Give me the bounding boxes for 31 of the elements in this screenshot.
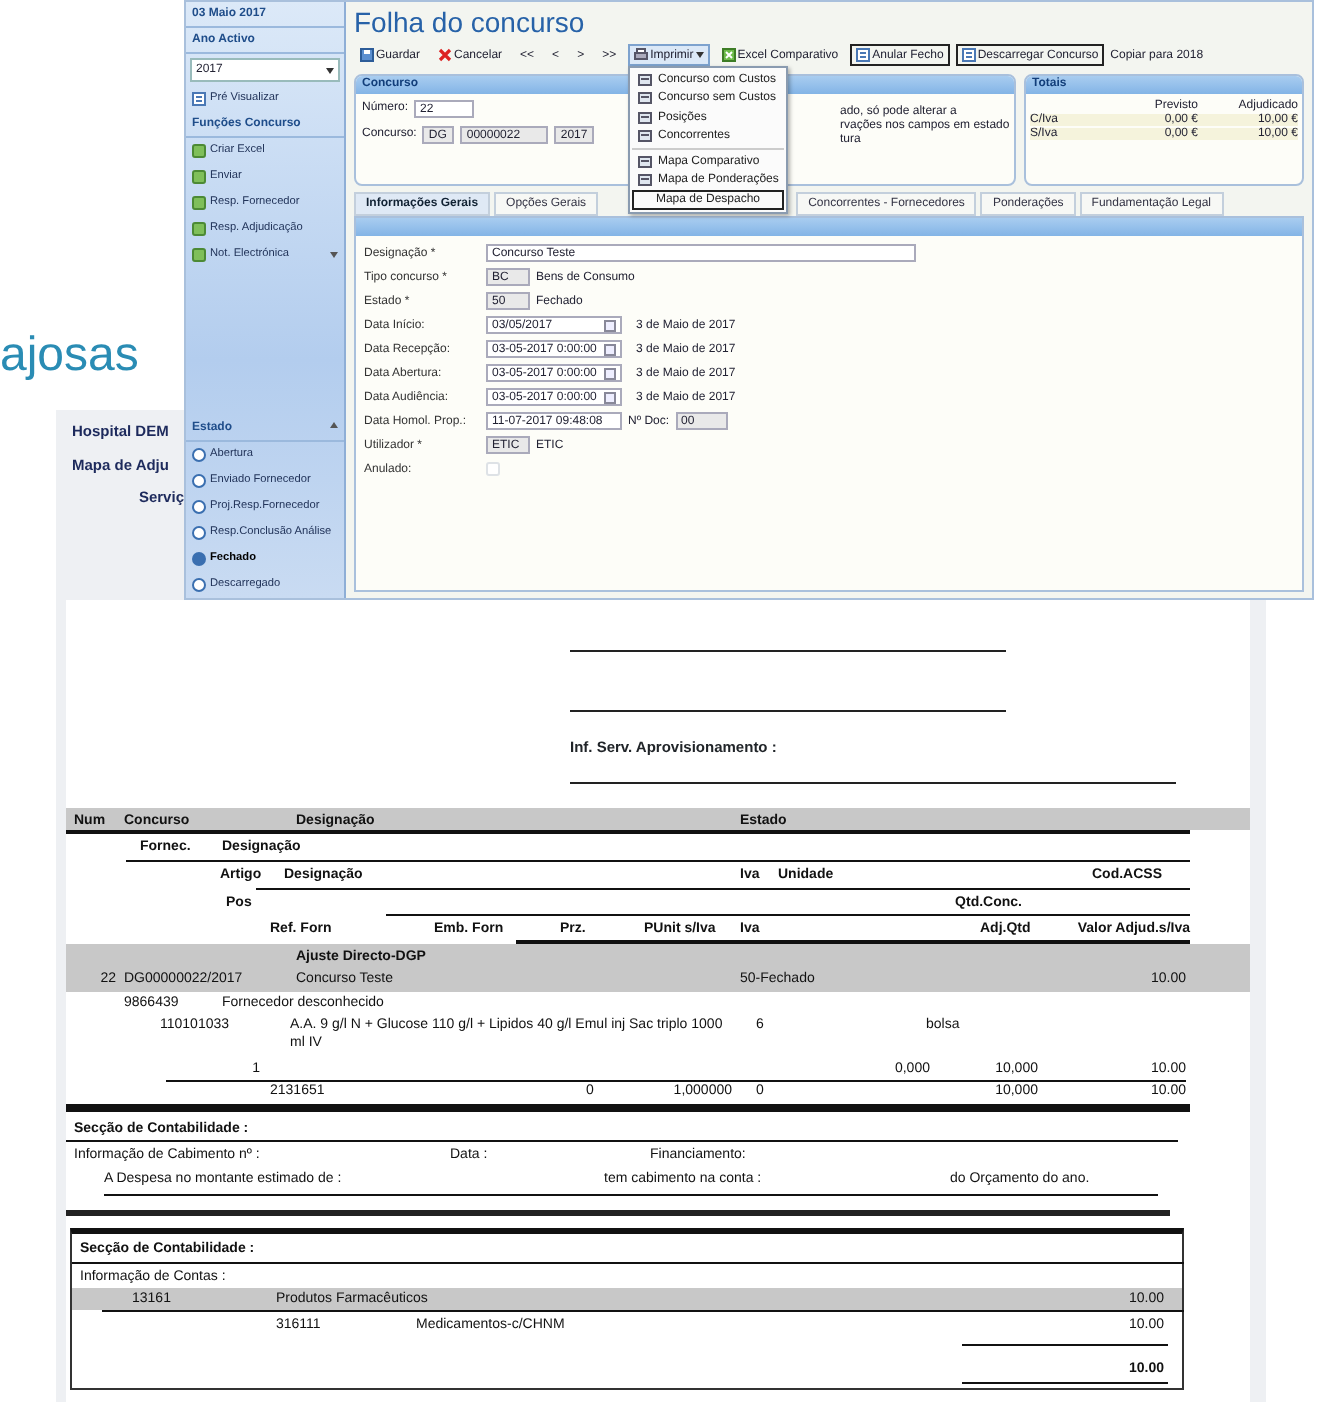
circle-icon <box>192 552 206 566</box>
caret-icon <box>695 52 704 59</box>
square-icon <box>192 144 206 158</box>
report-icon <box>638 111 652 124</box>
caret-icon <box>330 422 338 428</box>
circle-icon <box>192 526 206 540</box>
caret-icon <box>326 67 334 73</box>
spreadsheet-icon <box>721 48 736 63</box>
circle-icon <box>192 500 206 514</box>
square-icon <box>192 170 206 184</box>
close-icon <box>438 48 453 63</box>
heading-text: ajosas <box>0 332 139 380</box>
circle-icon <box>192 474 206 488</box>
report-icon <box>638 92 652 105</box>
square-icon <box>192 248 206 262</box>
printer-icon <box>634 48 649 63</box>
report-icon <box>638 73 652 86</box>
circle-icon <box>192 448 206 462</box>
document-icon <box>856 48 871 63</box>
circle-icon <box>192 578 206 592</box>
document-icon <box>961 48 976 63</box>
square-icon <box>192 222 206 236</box>
save-icon <box>360 48 374 63</box>
square-icon <box>192 196 206 210</box>
checkbox[interactable] <box>486 462 500 477</box>
window-title: Folha do concurso <box>354 8 587 38</box>
caret-icon <box>330 252 338 258</box>
document-icon <box>192 92 206 106</box>
report-icon <box>638 174 652 187</box>
report-icon <box>638 130 652 143</box>
report-icon <box>638 155 652 168</box>
